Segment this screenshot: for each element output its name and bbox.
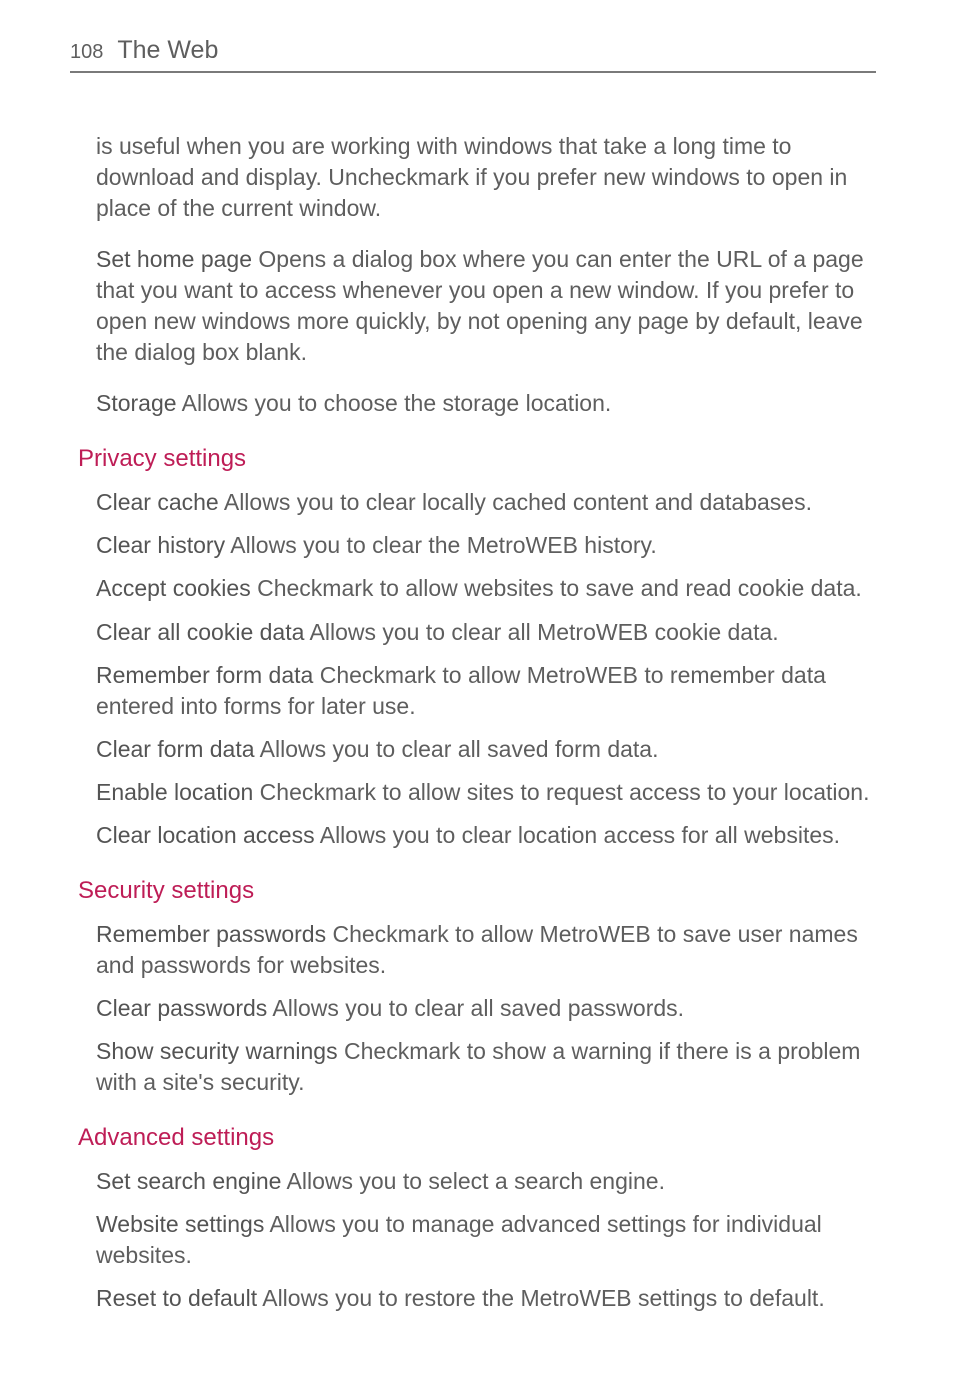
clear-location-access-desc: Allows you to clear location access for … <box>315 822 840 848</box>
clear-history-item: Clear history Allows you to clear the Me… <box>96 530 876 561</box>
enable-location-item: Enable location Checkmark to allow sites… <box>96 777 876 808</box>
advanced-settings-heading: Advanced settings <box>78 1124 876 1152</box>
remember-form-data-label: Remember form data <box>96 662 313 688</box>
set-search-engine-desc: Allows you to select a search engine. <box>281 1168 665 1194</box>
clear-location-access-item: Clear location access Allows you to clea… <box>96 820 876 851</box>
set-home-page-label: Set home page <box>96 246 252 272</box>
page-number: 108 <box>70 41 103 64</box>
security-settings-heading: Security settings <box>78 877 876 905</box>
enable-location-desc: Checkmark to allow sites to request acce… <box>253 779 869 805</box>
document-page: 108 The Web is useful when you are worki… <box>0 0 954 1386</box>
privacy-settings-heading: Privacy settings <box>78 445 876 473</box>
remember-passwords-label: Remember passwords <box>96 921 326 947</box>
clear-cache-label: Clear cache <box>96 489 219 515</box>
set-search-engine-label: Set search engine <box>96 1168 281 1194</box>
page-header: 108 The Web <box>70 36 876 73</box>
clear-form-data-item: Clear form data Allows you to clear all … <box>96 734 876 765</box>
intro-paragraph: is useful when you are working with wind… <box>96 131 876 224</box>
accept-cookies-label: Accept cookies <box>96 575 251 601</box>
remember-form-data-item: Remember form data Checkmark to allow Me… <box>96 660 876 722</box>
accept-cookies-desc: Checkmark to allow websites to save and … <box>251 575 862 601</box>
clear-history-desc: Allows you to clear the MetroWEB history… <box>225 532 657 558</box>
clear-passwords-label: Clear passwords <box>96 995 267 1021</box>
clear-form-data-desc: Allows you to clear all saved form data. <box>255 736 659 762</box>
clear-all-cookie-data-label: Clear all cookie data <box>96 619 304 645</box>
clear-cache-item: Clear cache Allows you to clear locally … <box>96 487 876 518</box>
clear-all-cookie-data-item: Clear all cookie data Allows you to clea… <box>96 617 876 648</box>
clear-passwords-desc: Allows you to clear all saved passwords. <box>267 995 684 1021</box>
clear-location-access-label: Clear location access <box>96 822 315 848</box>
storage-desc: Allows you to choose the storage locatio… <box>177 390 612 416</box>
set-search-engine-item: Set search engine Allows you to select a… <box>96 1166 876 1197</box>
website-settings-item: Website settings Allows you to manage ad… <box>96 1209 876 1271</box>
show-security-warnings-item: Show security warnings Checkmark to show… <box>96 1036 876 1098</box>
reset-to-default-item: Reset to default Allows you to restore t… <box>96 1283 876 1314</box>
show-security-warnings-label: Show security warnings <box>96 1038 338 1064</box>
storage-item: Storage Allows you to choose the storage… <box>96 388 876 419</box>
reset-to-default-label: Reset to default <box>96 1285 257 1311</box>
page-title: The Web <box>117 36 218 65</box>
clear-form-data-label: Clear form data <box>96 736 255 762</box>
set-home-page-item: Set home page Opens a dialog box where y… <box>96 244 876 368</box>
clear-history-label: Clear history <box>96 532 225 558</box>
clear-all-cookie-data-desc: Allows you to clear all MetroWEB cookie … <box>304 619 778 645</box>
website-settings-label: Website settings <box>96 1211 264 1237</box>
clear-passwords-item: Clear passwords Allows you to clear all … <box>96 993 876 1024</box>
clear-cache-desc: Allows you to clear locally cached conte… <box>219 489 812 515</box>
reset-to-default-desc: Allows you to restore the MetroWEB setti… <box>257 1285 825 1311</box>
enable-location-label: Enable location <box>96 779 253 805</box>
storage-label: Storage <box>96 390 177 416</box>
accept-cookies-item: Accept cookies Checkmark to allow websit… <box>96 573 876 604</box>
remember-passwords-item: Remember passwords Checkmark to allow Me… <box>96 919 876 981</box>
